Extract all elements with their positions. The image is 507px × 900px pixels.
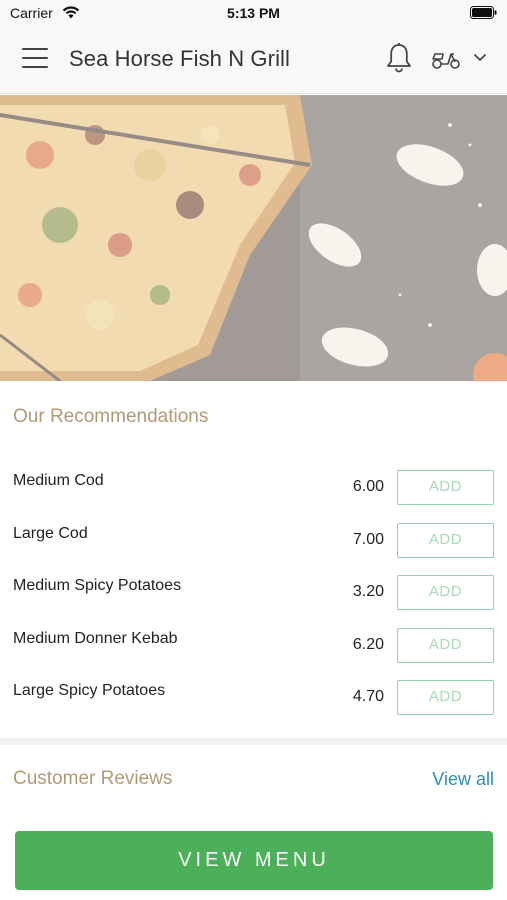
item-price: 7.00 (352, 530, 384, 548)
battery-icon (470, 6, 497, 19)
app-header: Sea Horse Fish N Grill (0, 26, 507, 94)
reviews-heading: Customer Reviews (13, 768, 173, 789)
bell-icon[interactable] (385, 42, 413, 74)
section-divider (0, 738, 507, 745)
hamburger-menu-icon[interactable] (22, 48, 48, 70)
add-button[interactable]: ADD (397, 575, 494, 610)
recommendations-list: Medium Cod 6.00 ADD Large Cod 7.00 ADD M… (0, 460, 507, 723)
item-name: Medium Donner Kebab (13, 629, 178, 647)
list-item: Large Cod 7.00 ADD (0, 513, 507, 566)
item-name: Medium Cod (13, 472, 104, 489)
item-name: Large Cod (13, 524, 88, 542)
list-item: Large Spicy Potatoes 4.70 ADD (0, 670, 507, 723)
chevron-down-icon[interactable] (472, 52, 488, 64)
add-button[interactable]: ADD (397, 522, 494, 558)
item-name: Large Spicy Potatoes (13, 682, 166, 699)
list-item: Medium Spicy Potatoes 3.20 ADD (0, 565, 507, 618)
item-price: 4.70 (352, 688, 384, 705)
hero-banner (0, 95, 507, 381)
add-button[interactable]: ADD (397, 627, 494, 663)
view-all-reviews-link[interactable]: View all (432, 769, 494, 790)
add-button[interactable]: ADD (397, 680, 494, 715)
item-price: 3.20 (352, 583, 384, 600)
scooter-icon[interactable] (430, 45, 462, 71)
hero-overlay (0, 95, 507, 381)
view-menu-button[interactable]: VIEW MENU (15, 831, 493, 890)
add-button[interactable]: ADD (397, 470, 494, 505)
status-time: 5:13 PM (227, 5, 280, 21)
list-item: Medium Cod 6.00 ADD (0, 460, 507, 513)
restaurant-title: Sea Horse Fish N Grill (69, 46, 291, 71)
item-name: Medium Spicy Potatoes (13, 577, 182, 594)
status-bar: Carrier 5:13 PM (0, 0, 507, 26)
item-price: 6.00 (352, 478, 384, 495)
recommendations-heading: Our Recommendations (13, 406, 209, 427)
item-price: 6.20 (352, 635, 384, 653)
list-item: Medium Donner Kebab 6.20 ADD (0, 618, 507, 671)
